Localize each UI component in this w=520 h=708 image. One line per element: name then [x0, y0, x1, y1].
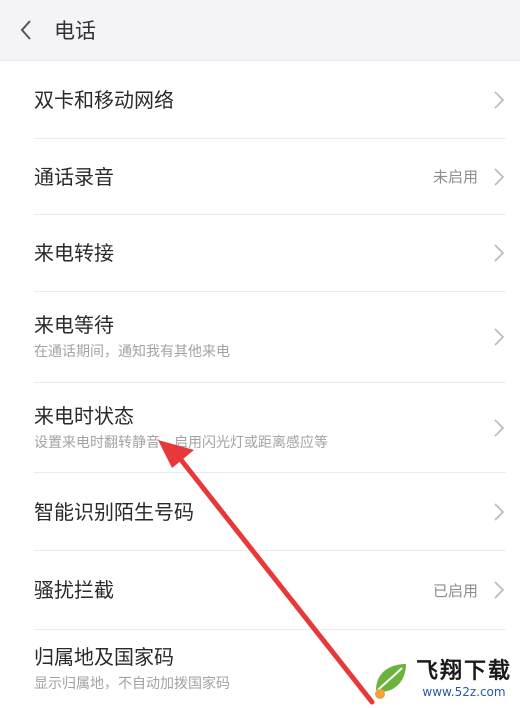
status-text: 已启用: [432, 581, 478, 600]
status-text: 未启用: [432, 168, 478, 186]
leaf-logo-icon: [368, 660, 409, 700]
watermark-url: www.52z.com: [422, 685, 506, 699]
chevron-left-icon: [20, 20, 31, 40]
setting-row-call-forwarding[interactable]: 来电转接: [34, 215, 506, 292]
setting-row-incoming-call-state[interactable]: 来电时状态 设置来电时翻转静音、启用闪光灯或距离感应等: [34, 383, 506, 473]
setting-label: 双卡和移动网络: [34, 87, 174, 112]
chevron-right-icon: [494, 418, 505, 437]
back-button[interactable]: [0, 0, 52, 60]
setting-description: 在通话期间，通知我有其他来电: [34, 344, 230, 360]
setting-row-dual-sim[interactable]: 双卡和移动网络: [34, 61, 506, 139]
watermark-title: 飞翔下载: [415, 659, 512, 684]
chevron-right-icon: [494, 581, 505, 599]
setting-row-smart-caller-id[interactable]: 智能识别陌生号码: [34, 473, 506, 551]
setting-label: 来电转接: [34, 241, 114, 265]
chevron-right-icon: [494, 328, 505, 346]
setting-row-call-waiting[interactable]: 来电等待 在通话期间，通知我有其他来电: [34, 292, 506, 383]
setting-row-harassment-block[interactable]: 骚扰拦截 已启用: [34, 551, 506, 630]
setting-label: 智能识别陌生号码: [34, 499, 194, 524]
chevron-right-icon: [494, 502, 505, 521]
setting-description: 设置来电时翻转静音、启用闪光灯或距离感应等: [34, 434, 328, 451]
setting-row-call-recording[interactable]: 通话录音 未启用: [34, 139, 506, 215]
setting-label: 来电时状态: [34, 403, 134, 428]
setting-label: 来电等待: [34, 313, 114, 337]
chevron-right-icon: [494, 244, 505, 262]
chevron-right-icon: [494, 90, 505, 109]
chevron-right-icon: [494, 167, 505, 186]
top-bar: 电话: [0, 0, 520, 61]
page-title: 电话: [54, 19, 96, 43]
watermark: 飞翔下载 www.52z.com: [366, 656, 512, 702]
settings-list: 双卡和移动网络 通话录音 未启用 来电转接 来电等待 在通话期间，通知我有其他来…: [0, 61, 520, 708]
